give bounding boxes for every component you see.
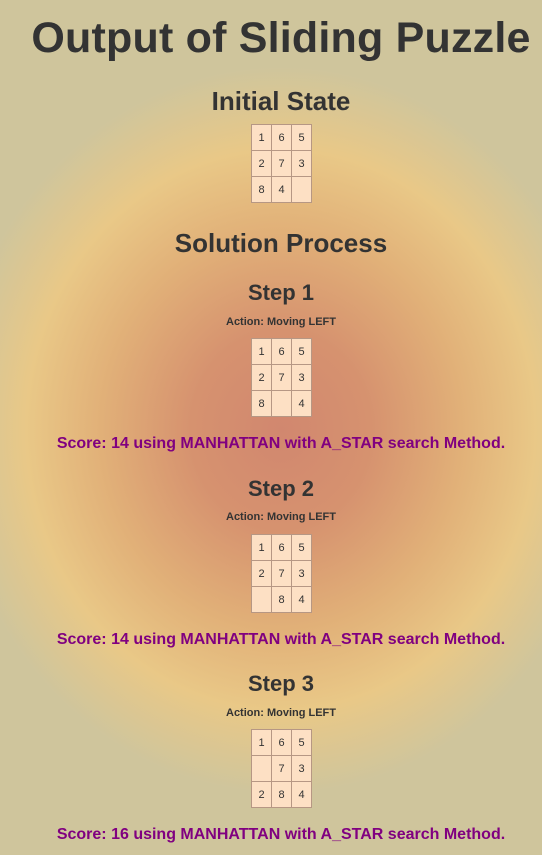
tile: 1 xyxy=(251,124,272,151)
tile: 7 xyxy=(271,150,292,177)
tile: 3 xyxy=(291,755,312,782)
tile: 4 xyxy=(271,176,292,203)
tile: 7 xyxy=(271,560,292,587)
step-heading: Step 3 xyxy=(247,671,315,696)
tile: 2 xyxy=(251,150,272,177)
tile: 8 xyxy=(271,586,292,613)
tile: 8 xyxy=(251,390,272,417)
tile: 5 xyxy=(291,338,312,365)
tile xyxy=(251,755,272,782)
tile: 1 xyxy=(251,534,272,561)
initial-state-heading: Initial State xyxy=(211,86,351,116)
step-board: 165 273 84 xyxy=(251,534,312,613)
tile: 4 xyxy=(291,781,312,808)
tile: 7 xyxy=(271,364,292,391)
tile: 6 xyxy=(271,124,292,151)
tile: 5 xyxy=(291,534,312,561)
tile: 3 xyxy=(291,364,312,391)
tile: 2 xyxy=(251,364,272,391)
tile: 3 xyxy=(291,150,312,177)
solution-process-heading: Solution Process xyxy=(174,228,388,258)
tile: 6 xyxy=(271,338,292,365)
tile: 3 xyxy=(291,560,312,587)
tile: 1 xyxy=(251,729,272,756)
tile: 6 xyxy=(271,534,292,561)
tile xyxy=(271,390,292,417)
page-title: Output of Sliding Puzzle xyxy=(31,14,531,62)
tile: 2 xyxy=(251,781,272,808)
step-score: Score: 14 using MANHATTAN with A_STAR se… xyxy=(56,631,506,648)
step-action: Action: Moving LEFT xyxy=(226,316,336,328)
step-score: Score: 16 using MANHATTAN with A_STAR se… xyxy=(56,826,506,843)
tile: 6 xyxy=(271,729,292,756)
step-heading: Step 1 xyxy=(247,280,315,305)
step-board: 165 273 84 xyxy=(251,338,312,417)
step-heading: Step 2 xyxy=(247,476,315,501)
tile: 5 xyxy=(291,124,312,151)
initial-board: 165 273 84 xyxy=(251,124,312,203)
tile: 5 xyxy=(291,729,312,756)
tile: 2 xyxy=(251,560,272,587)
tile: 4 xyxy=(291,586,312,613)
step-action: Action: Moving LEFT xyxy=(226,707,336,719)
tile: 8 xyxy=(271,781,292,808)
tile: 4 xyxy=(291,390,312,417)
tile xyxy=(291,176,312,203)
tile: 7 xyxy=(271,755,292,782)
tile: 8 xyxy=(251,176,272,203)
step-board: 165 73 284 xyxy=(251,729,312,808)
tile xyxy=(251,586,272,613)
tile: 1 xyxy=(251,338,272,365)
step-action: Action: Moving LEFT xyxy=(226,511,336,523)
step-score: Score: 14 using MANHATTAN with A_STAR se… xyxy=(56,435,506,452)
